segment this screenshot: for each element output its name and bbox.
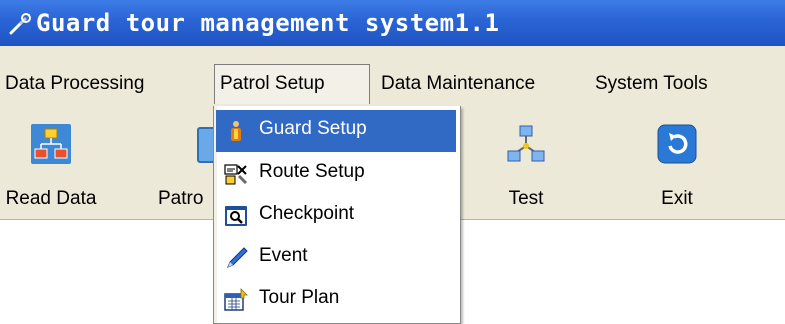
toolbar-label: Exit [661,188,693,209]
window-title: Guard tour management system1.1 [36,9,500,37]
menu-item-checkpoint[interactable]: Checkpoint [216,195,456,237]
toolbar-label: Patro [158,188,204,209]
menu-item-label: Tour Plan [259,287,340,308]
menu-data-processing[interactable]: Data Processing [0,64,149,104]
network-icon [507,125,545,162]
toolbar-label: Read Data [5,188,97,209]
guard-icon [231,121,241,141]
toolbar-test-button[interactable]: Test [476,118,576,218]
patrol-setup-dropdown: Guard Setup Route Setup Checkpoint Event [213,106,461,324]
flowchart-icon [31,124,71,164]
toolbar-exit-button[interactable]: Exit [627,118,727,218]
menu-item-label: Event [259,245,308,266]
route-icon [224,164,248,185]
toolbar-patrol-button[interactable]: Patro [150,118,225,218]
menu-item-label: Guard Setup [259,118,367,139]
checkpoint-icon [225,206,247,226]
menu-item-label: Checkpoint [259,203,355,224]
menu-item-event[interactable]: Event [216,237,456,279]
toolbar-label: Test [508,188,544,209]
calendar-icon [224,288,248,311]
menu-system-tools[interactable]: System Tools [590,64,713,104]
menu-patrol-setup[interactable]: Patrol Setup [214,64,370,104]
menu-item-guard-setup[interactable]: Guard Setup [216,110,456,152]
pen-icon [227,247,248,268]
title-bar[interactable]: Guard tour management system1.1 [0,0,785,46]
toolbar-read-data-button[interactable]: Read Data [1,118,101,218]
wrench-icon [9,13,31,35]
menu-item-tour-plan[interactable]: Tour Plan [216,279,456,321]
menu-item-label: Route Setup [259,161,365,182]
menu-item-route-setup[interactable]: Route Setup [216,153,456,195]
menu-data-maintenance[interactable]: Data Maintenance [376,64,540,104]
exit-icon [657,124,697,164]
